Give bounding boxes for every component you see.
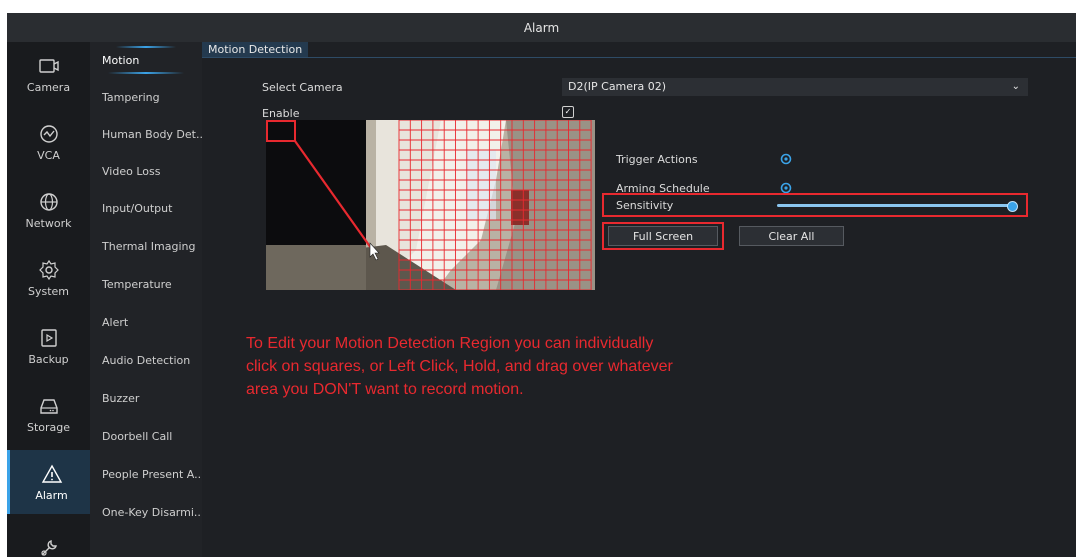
sub-item-video-loss[interactable]: Video Loss (90, 153, 202, 190)
annotation-instruction: To Edit your Motion Detection Region you… (246, 335, 673, 398)
sub-item-input-output[interactable]: Input/Output (90, 190, 202, 227)
sub-item-people-present-alarm[interactable]: People Present A... (90, 456, 202, 493)
sub-item-thermal-imaging[interactable]: Thermal Imaging (90, 228, 202, 265)
nav-label-network: Network (25, 216, 72, 230)
annotation-arrow-line (294, 140, 372, 249)
camera-preview-grid[interactable] (266, 120, 595, 290)
camera-select[interactable]: D2(IP Camera 02) ⌄ (562, 78, 1028, 96)
nav-item-maintenance[interactable] (7, 518, 90, 557)
sensitivity-label: Sensitivity (616, 199, 674, 212)
sub-item-one-key-disarming[interactable]: One-Key Disarmi... (90, 494, 202, 531)
chevron-down-icon: ⌄ (1011, 81, 1020, 92)
wrench-icon (40, 540, 57, 556)
sub-item-tampering[interactable]: Tampering (90, 79, 202, 116)
alarm-sub-navigation: Motion Tampering Human Body Det... Video… (90, 42, 202, 557)
nav-item-camera[interactable]: Camera (7, 42, 90, 106)
sub-item-doorbell-call[interactable]: Doorbell Call (90, 418, 202, 455)
tab-bar: Motion Detection (202, 42, 1076, 58)
nav-label-system: System (27, 284, 70, 298)
full-screen-button[interactable]: Full Screen (608, 226, 718, 246)
nav-item-system[interactable]: System (7, 246, 90, 310)
nav-label-alarm: Alarm (35, 488, 68, 502)
sensitivity-slider[interactable] (777, 204, 1011, 207)
nav-label-storage: Storage (26, 420, 71, 434)
sub-item-buzzer[interactable]: Buzzer (90, 380, 202, 417)
trigger-actions-label: Trigger Actions (616, 153, 698, 166)
mouse-cursor-icon (369, 242, 380, 261)
backup-icon (40, 328, 57, 347)
globe-icon (39, 192, 58, 211)
nav-item-vca[interactable]: VCA (7, 110, 90, 174)
clear-all-button[interactable]: Clear All (739, 226, 844, 246)
nav-item-network[interactable]: Network (7, 178, 90, 242)
camera-select-value: D2(IP Camera 02) (568, 80, 667, 93)
nav-label-vca: VCA (37, 148, 60, 162)
tab-motion-detection[interactable]: Motion Detection (202, 42, 309, 57)
sensitivity-slider-handle[interactable] (1007, 201, 1018, 212)
nav-item-backup[interactable]: Backup (7, 314, 90, 378)
title-bar: Alarm (7, 13, 1076, 42)
sub-item-alert[interactable]: Alert (90, 304, 202, 341)
app-window: Alarm Camera VCA Network System Backup S… (7, 13, 1076, 557)
nav-item-alarm[interactable]: Alarm (7, 450, 93, 514)
main-navigation: Camera VCA Network System Backup Storage… (7, 42, 93, 557)
camera-icon (38, 58, 59, 73)
gear-icon (38, 259, 59, 280)
storage-icon (39, 398, 58, 414)
vca-icon (39, 124, 58, 143)
sub-item-temperature[interactable]: Temperature (90, 266, 202, 303)
content-panel: Motion Detection Select Camera D2(IP Cam… (202, 42, 1076, 557)
selected-cell-highlight (266, 120, 296, 142)
sub-item-human-body-detection[interactable]: Human Body Det... (90, 116, 202, 153)
sub-item-motion[interactable]: Motion (90, 42, 202, 79)
alarm-icon (41, 464, 62, 483)
nav-label-camera: Camera (26, 80, 71, 94)
trigger-actions-gear-icon[interactable] (780, 153, 792, 165)
select-camera-label: Select Camera (262, 81, 343, 94)
sub-item-audio-detection[interactable]: Audio Detection (90, 342, 202, 379)
nav-label-backup: Backup (28, 352, 69, 366)
nav-item-storage[interactable]: Storage (7, 382, 90, 446)
window-title: Alarm (523, 20, 560, 35)
motion-region-grid[interactable] (266, 120, 595, 290)
enable-checkbox[interactable]: ✓ (562, 106, 574, 118)
enable-label: Enable (262, 107, 300, 120)
